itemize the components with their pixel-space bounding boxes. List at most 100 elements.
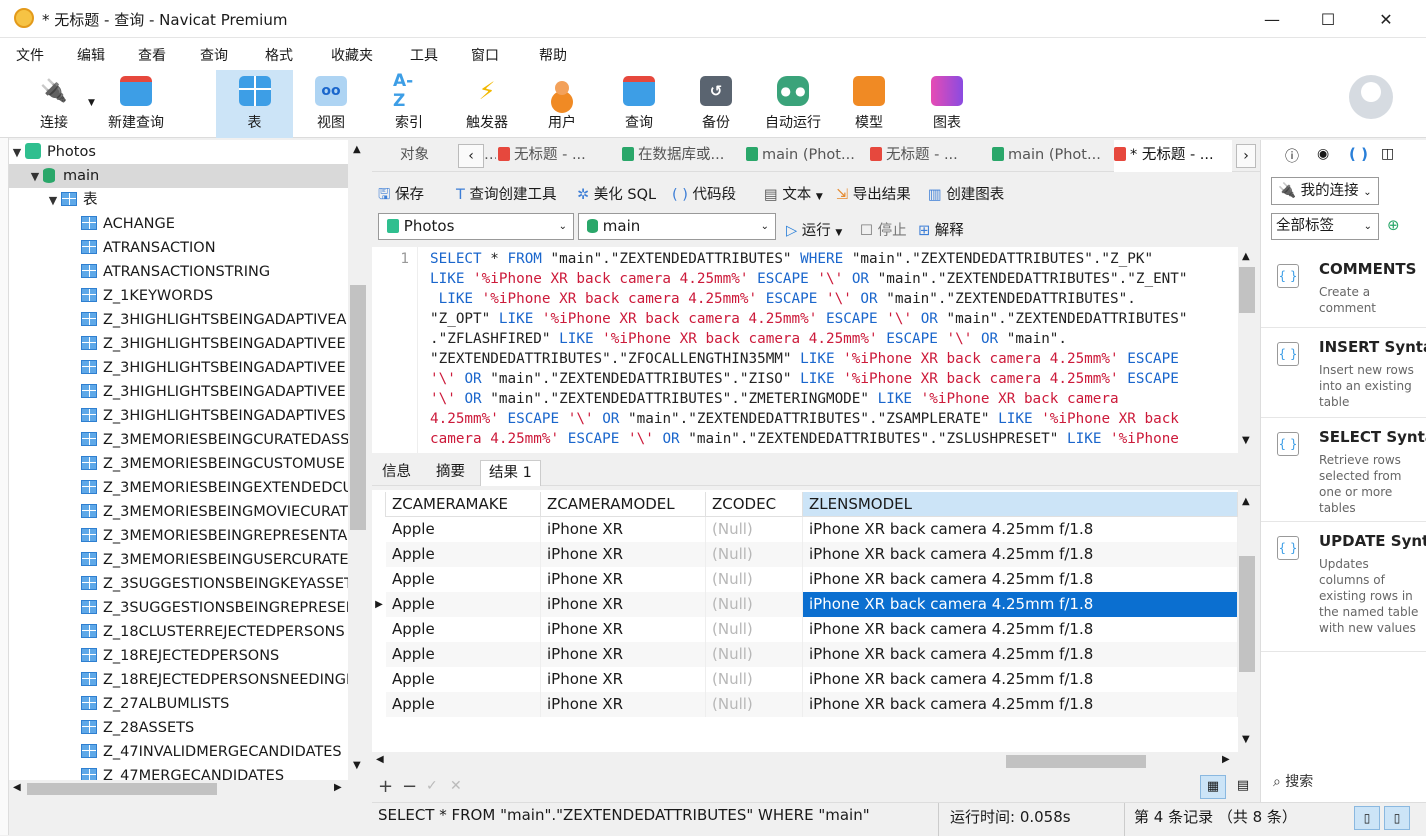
add-snippet-icon[interactable]: ⊕: [1387, 216, 1400, 234]
toolbar-trigger-button[interactable]: ⚡ 触发器: [452, 70, 522, 138]
tree-database-main[interactable]: ▼ main: [9, 164, 348, 188]
grid-cell[interactable]: iPhone XR back camera 4.25mm f/1.8: [803, 642, 1238, 667]
close-button[interactable]: ✕: [1358, 0, 1414, 38]
menu-window[interactable]: 窗口: [471, 45, 499, 65]
scroll-left-icon[interactable]: ◀: [13, 782, 21, 793]
snippet-search[interactable]: ⌕ 搜索: [1273, 771, 1313, 791]
grid-cell[interactable]: iPhone XR: [541, 617, 706, 642]
grid-cell[interactable]: Apple: [386, 617, 541, 642]
toolbar-connect-button[interactable]: 🔌 连接: [22, 70, 86, 138]
grid-cell[interactable]: (Null): [706, 692, 803, 717]
create-chart-button[interactable]: ▥ 创建图表: [928, 183, 1004, 204]
tabs-scroll-right-icon[interactable]: ›: [1236, 144, 1256, 168]
run-button[interactable]: ▷ 运行 ▼: [786, 219, 842, 240]
tag-filter-select[interactable]: 全部标签 ⌄: [1271, 213, 1379, 240]
maximize-button[interactable]: ☐: [1300, 0, 1356, 38]
scroll-up-icon[interactable]: ▲: [353, 144, 361, 155]
preview-eye-icon[interactable]: ◉: [1317, 146, 1329, 162]
tab-summary[interactable]: 摘要: [428, 460, 473, 486]
column-header-zcameramake[interactable]: ZCAMERAMAKE: [386, 492, 541, 517]
tree-table-item[interactable]: Z_3MEMORIESBEINGMOVIECURAT: [9, 500, 348, 524]
row-indicator[interactable]: [372, 692, 386, 717]
tree-table-item[interactable]: ATRANSACTION: [9, 236, 348, 260]
row-indicator[interactable]: [372, 667, 386, 692]
collapse-arrow-icon[interactable]: ▼: [27, 165, 43, 188]
layout-left-panel-icon[interactable]: ▯: [1354, 806, 1380, 830]
scroll-right-icon[interactable]: ▶: [334, 782, 342, 793]
row-indicator[interactable]: [372, 542, 386, 567]
layout-right-panel-icon[interactable]: ▯: [1384, 806, 1410, 830]
connect-dropdown-icon[interactable]: ▼: [88, 98, 95, 108]
grid-cell[interactable]: (Null): [706, 617, 803, 642]
grid-cell[interactable]: iPhone XR back camera 4.25mm f/1.8: [803, 567, 1238, 592]
toolbar-new-query-button[interactable]: 新建查询: [100, 70, 172, 138]
grid-cell[interactable]: Apple: [386, 542, 541, 567]
menu-help[interactable]: 帮助: [539, 45, 567, 65]
tree-folder-tables[interactable]: ▼ 表: [9, 188, 348, 212]
scroll-down-icon[interactable]: ▼: [1242, 734, 1250, 745]
grid-cell[interactable]: iPhone XR back camera 4.25mm f/1.8: [803, 592, 1238, 617]
row-indicator[interactable]: ▶: [372, 592, 386, 617]
tree-table-item[interactable]: Z_3MEMORIESBEINGCURATEDASS: [9, 428, 348, 452]
tree-table-item[interactable]: Z_3SUGGESTIONSBEINGREPRESEN: [9, 596, 348, 620]
tab-untitled-active[interactable]: * 无标题 - ...: [1114, 140, 1232, 172]
tab-main-photos-2[interactable]: main (Phot...: [992, 140, 1112, 172]
grid-cell[interactable]: iPhone XR: [541, 667, 706, 692]
grid-cell[interactable]: iPhone XR: [541, 642, 706, 667]
grid-cell[interactable]: iPhone XR: [541, 517, 706, 542]
sql-text[interactable]: SELECT * FROM "main"."ZEXTENDEDATTRIBUTE…: [430, 249, 1236, 449]
user-avatar[interactable]: [1349, 75, 1393, 119]
tab-untitled-1[interactable]: 无标题 - ...: [498, 140, 616, 172]
minimize-button[interactable]: —: [1244, 0, 1300, 38]
tree-table-item[interactable]: Z_3HIGHLIGHTSBEINGADAPTIVEE: [9, 332, 348, 356]
snippet-item[interactable]: { } UPDATE Synt Updates columns of existin…: [1261, 522, 1426, 652]
tree-table-item[interactable]: Z_3MEMORIESBEINGCUSTOMUSE: [9, 452, 348, 476]
export-result-button[interactable]: ⇲ 导出结果: [836, 183, 911, 204]
tree-table-item[interactable]: Z_47INVALIDMERGECANDIDATES: [9, 740, 348, 764]
menu-view[interactable]: 查看: [138, 45, 166, 65]
tree-horizontal-scrollbar[interactable]: ◀ ▶: [9, 780, 368, 798]
tree-table-item[interactable]: Z_3MEMORIESBEINGUSERCURATE: [9, 548, 348, 572]
tree-table-item[interactable]: ACHANGE: [9, 212, 348, 236]
scroll-left-icon[interactable]: ◀: [376, 754, 384, 765]
toolbar-view-button[interactable]: oo 视图: [296, 70, 366, 138]
tree-table-item[interactable]: Z_28ASSETS: [9, 716, 348, 740]
tab-objects[interactable]: 对象: [400, 140, 460, 172]
add-record-icon[interactable]: +: [378, 776, 393, 797]
menu-favorites[interactable]: 收藏夹: [331, 45, 373, 65]
snippet-item[interactable]: { } COMMENTS Create a comment: [1261, 250, 1426, 328]
grid-cell[interactable]: iPhone XR: [541, 592, 706, 617]
tree-table-item[interactable]: Z_3MEMORIESBEINGEXTENDEDCU: [9, 476, 348, 500]
grid-cell[interactable]: (Null): [706, 642, 803, 667]
stop-button[interactable]: ☐ 停止: [860, 219, 907, 240]
scroll-up-icon[interactable]: ▲: [1242, 496, 1250, 507]
toolbar-table-button[interactable]: 表: [216, 70, 293, 138]
scroll-up-icon[interactable]: ▲: [1242, 251, 1250, 262]
tree-table-item[interactable]: Z_3HIGHLIGHTSBEINGADAPTIVEE: [9, 380, 348, 404]
scroll-down-icon[interactable]: ▼: [1242, 435, 1250, 446]
menu-query[interactable]: 查询: [200, 45, 228, 65]
tree-table-item[interactable]: Z_18CLUSTERREJECTEDPERSONS: [9, 620, 348, 644]
split-view-icon[interactable]: ◫: [1381, 146, 1394, 162]
tab-info[interactable]: 信息: [374, 460, 419, 486]
grid-hscroll-thumb[interactable]: [1006, 755, 1146, 768]
grid-cell[interactable]: iPhone XR back camera 4.25mm f/1.8: [803, 517, 1238, 542]
menu-tools[interactable]: 工具: [410, 45, 438, 65]
grid-cell[interactable]: (Null): [706, 567, 803, 592]
snippet-item[interactable]: { } SELECT Synta Retrieve rows selected fr…: [1261, 418, 1426, 522]
toolbar-backup-button[interactable]: ↺ 备份: [681, 70, 751, 138]
my-connections-select[interactable]: 🔌 我的连接 ⌄: [1271, 177, 1379, 205]
database-select[interactable]: main ⌄: [578, 213, 776, 240]
grid-cell[interactable]: iPhone XR back camera 4.25mm f/1.8: [803, 667, 1238, 692]
grid-view-icon[interactable]: ▦: [1200, 775, 1226, 799]
grid-cell[interactable]: iPhone XR: [541, 692, 706, 717]
grid-cell[interactable]: iPhone XR back camera 4.25mm f/1.8: [803, 617, 1238, 642]
toolbar-model-button[interactable]: 模型: [834, 70, 904, 138]
grid-cell[interactable]: (Null): [706, 542, 803, 567]
menu-format[interactable]: 格式: [265, 45, 293, 65]
grid-cell[interactable]: (Null): [706, 667, 803, 692]
query-builder-button[interactable]: T 查询创建工具: [456, 183, 556, 204]
tab-untitled-2[interactable]: 无标题 - ...: [870, 140, 988, 172]
grid-cell[interactable]: iPhone XR: [541, 567, 706, 592]
tab-find-in-db[interactable]: 在数据库或...: [622, 140, 740, 172]
